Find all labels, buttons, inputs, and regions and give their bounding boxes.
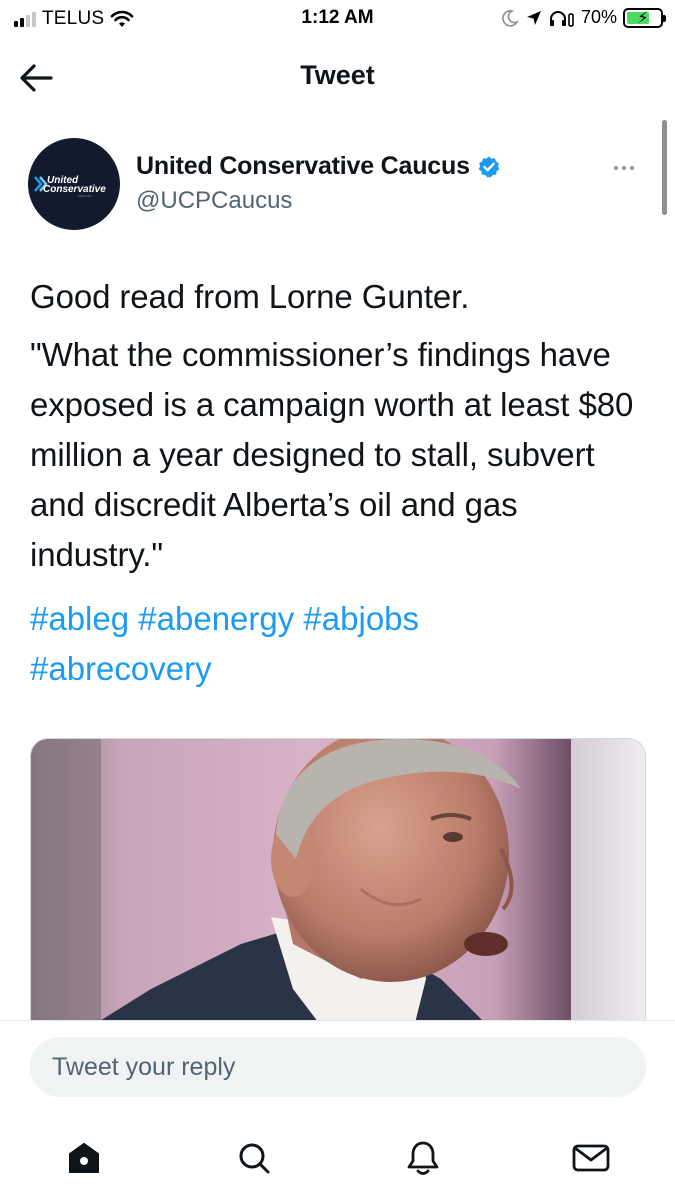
home-icon [69, 1143, 99, 1173]
reply-input[interactable] [30, 1037, 646, 1097]
svg-text:CAUCUS: CAUCUS [78, 194, 91, 198]
more-dot-icon [630, 166, 634, 170]
nav-search-button[interactable] [232, 1136, 276, 1180]
more-dot-icon [614, 166, 618, 170]
hashtag-link[interactable]: #abjobs [303, 600, 419, 637]
scroll-indicator[interactable] [662, 120, 667, 215]
verified-badge-icon [478, 156, 500, 177]
more-dot-icon [622, 166, 626, 170]
nav-messages-button[interactable] [569, 1136, 613, 1180]
wifi-icon [110, 10, 134, 27]
author-text: United Conservative Caucus @UCPCaucus [136, 152, 501, 215]
hashtag-link[interactable]: #abrecovery [30, 650, 212, 687]
tweet-author: United Conservative CAUCUS United Conser… [28, 138, 648, 230]
battery-charging-icon: ⚡ [623, 7, 666, 28]
messages-icon [572, 1144, 610, 1172]
status-right: 70% ⚡ [501, 7, 666, 28]
tweet-text-line1: Good read from Lorne Gunter. [30, 278, 470, 315]
battery-percent: 70% [580, 7, 617, 27]
display-name[interactable]: United Conservative Caucus [136, 152, 470, 181]
more-options-button[interactable] [604, 156, 644, 180]
status-left: TELUS [14, 8, 134, 30]
header: Tweet [0, 46, 675, 108]
author-handle[interactable]: @UCPCaucus [136, 187, 501, 215]
avatar[interactable]: United Conservative CAUCUS [28, 138, 120, 230]
status-bar: TELUS 1:12 AM 70% ⚡ [0, 0, 675, 40]
moon-icon [502, 9, 519, 27]
page-title: Tweet [300, 60, 375, 90]
hashtag-link[interactable]: #ableg [30, 600, 129, 637]
tweet-text: Good read from Lorne Gunter. "What the c… [30, 272, 650, 694]
reply-bar [0, 1020, 675, 1116]
nav-home-button[interactable] [62, 1136, 106, 1180]
signal-icon [14, 11, 36, 27]
headphones-icon [549, 10, 574, 27]
bottom-nav [0, 1116, 675, 1200]
person-photo-image [31, 739, 645, 1037]
nav-notifications-button[interactable] [401, 1136, 445, 1180]
svg-text:Conservative: Conservative [43, 184, 106, 195]
hashtag-list: #ableg #abenergy #abjobs #abrecovery [30, 594, 650, 694]
search-icon [239, 1143, 270, 1174]
name-line: United Conservative Caucus [136, 152, 501, 181]
notifications-icon [407, 1141, 439, 1175]
carrier-label: TELUS [42, 8, 105, 29]
ucp-logo: United Conservative CAUCUS [34, 175, 106, 198]
tweet-quote: "What the commissioner’s findings have e… [30, 336, 634, 573]
tweet-media-photo[interactable] [30, 738, 646, 1038]
location-arrow-icon [526, 10, 541, 25]
hashtag-link[interactable]: #abenergy [138, 600, 294, 637]
